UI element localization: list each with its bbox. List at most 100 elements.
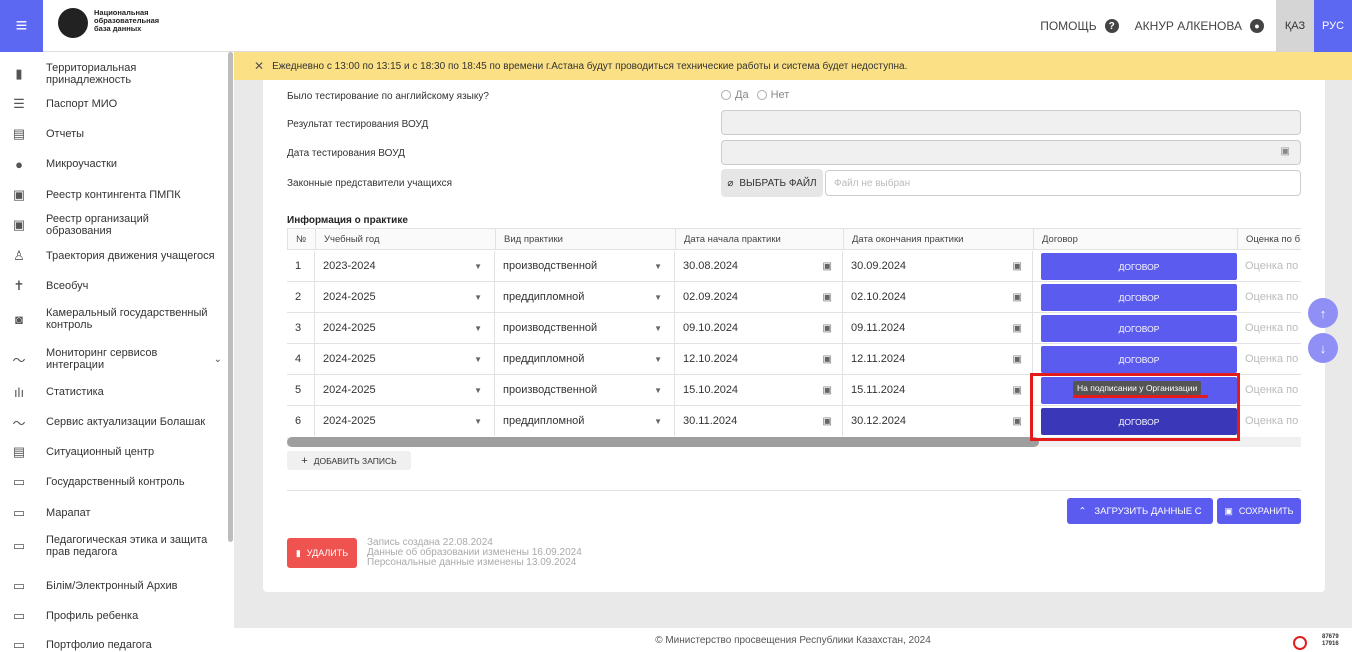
sidebar-item-statistics[interactable]: ılı Статистика [0, 382, 228, 402]
choose-file-button[interactable]: ⌀ ВЫБРАТЬ ФАЙЛ [721, 169, 823, 197]
sidebar: ▮ Территориальная принадлежность ☰ Паспорт… [0, 52, 234, 652]
chevron-down-icon: ⌄ [213, 353, 222, 365]
sidebar-item-bolashak[interactable]: 〜 Сервис актуализации Болашак [0, 412, 228, 432]
calendar-icon[interactable]: ▣ [1281, 146, 1290, 157]
start-date-input[interactable]: 15.10.2024 ▣ [675, 375, 843, 405]
grade-input[interactable]: Оценка по [1245, 313, 1298, 343]
calendar-icon: ▣ [1012, 384, 1022, 396]
year-select[interactable]: 2024-2025 ▼ [315, 282, 495, 312]
contract-button[interactable]: ДОГОВОР [1041, 284, 1237, 311]
lang-rus-button[interactable]: РУС [1314, 0, 1352, 52]
load-data-button[interactable]: ⌃ ЗАГРУЗИТЬ ДАННЫЕ С [1067, 498, 1213, 524]
trend-icon: 〜 [12, 352, 26, 368]
grade-input[interactable]: Оценка по [1245, 251, 1298, 281]
end-date-input[interactable]: 09.11.2024 ▣ [843, 313, 1033, 343]
radio-no[interactable] [756, 90, 767, 100]
english-test-radio-group: Да Нет [721, 89, 797, 101]
save-button[interactable]: ▣ СОХРАНИТЬ [1217, 498, 1301, 524]
trash-icon: ▮ [295, 547, 301, 558]
report-icon: ▤ [12, 126, 26, 141]
scrollbar-thumb[interactable] [287, 437, 1039, 447]
year-select[interactable]: 2023-2024 ▼ [315, 251, 495, 281]
dropdown-arrow-icon: ▼ [474, 385, 482, 395]
sidebar-item-vseobuch[interactable]: ✝ Всеобуч [0, 276, 228, 296]
grade-input[interactable]: Оценка по [1245, 375, 1298, 405]
year-select[interactable]: 2024-2025 ▼ [315, 313, 495, 343]
sidebar-item-passport[interactable]: ☰ Паспорт МИО [0, 94, 228, 114]
grade-input[interactable]: Оценка по [1245, 406, 1298, 436]
logo-text: Национальная образовательная база данных [94, 8, 160, 33]
sidebar-item-cameral[interactable]: ◙ Камеральный государственный контроль [0, 306, 228, 332]
end-date-input[interactable]: 12.11.2024 ▣ [843, 344, 1033, 374]
start-date-input[interactable]: 30.11.2024 ▣ [675, 406, 843, 436]
help-link[interactable]: ПОМОЩЬ [1040, 19, 1096, 33]
delete-button[interactable]: ▮ УДАЛИТЬ [287, 538, 357, 568]
person-icon: ✝ [13, 278, 25, 293]
type-select[interactable]: производственной ▼ [495, 313, 675, 343]
calendar-icon: ▣ [822, 353, 832, 365]
close-icon[interactable]: ✕ [254, 59, 264, 73]
type-select[interactable]: производственной ▼ [495, 375, 675, 405]
voud-result-label: Результат тестирования ВОУД [287, 119, 429, 130]
type-select[interactable]: преддипломной ▼ [495, 282, 675, 312]
year-select[interactable]: 2024-2025 ▼ [315, 406, 495, 436]
end-date-input[interactable]: 30.12.2024 ▣ [843, 406, 1033, 436]
inspect-icon: ◙ [15, 311, 23, 327]
type-select[interactable]: преддипломной ▼ [495, 406, 675, 436]
sidebar-item-marapat[interactable]: ▭ Марапат [0, 503, 228, 523]
sidebar-item-portfolio[interactable]: ▭ Портфолио педагога [0, 635, 228, 652]
english-test-label: Было тестирование по английскому языку? [287, 91, 489, 102]
sidebar-item-reports[interactable]: ▤ Отчеты [0, 124, 228, 144]
help-icon[interactable]: ? [1104, 19, 1119, 33]
trend-icon: 〜 [12, 415, 26, 431]
sidebar-item-archive[interactable]: ▭ Білім/Электронный Архив [0, 576, 228, 596]
sidebar-item-situation-center[interactable]: ▤ Ситуационный центр [0, 442, 228, 462]
dropdown-arrow-icon: ▼ [474, 354, 482, 364]
type-select[interactable]: производственной ▼ [495, 251, 675, 281]
grade-input[interactable]: Оценка по [1245, 344, 1298, 374]
sidebar-item-organizations[interactable]: ▣ Реестр организаций образования [0, 213, 228, 237]
card-icon: ▭ [12, 538, 26, 553]
year-select[interactable]: 2024-2025 ▼ [315, 375, 495, 405]
start-date-input[interactable]: 02.09.2024 ▣ [675, 282, 843, 312]
sidebar-scrollbar[interactable] [228, 52, 233, 542]
type-select[interactable]: преддипломной ▼ [495, 344, 675, 374]
dropdown-arrow-icon: ▼ [654, 385, 662, 395]
contract-button[interactable]: ДОГОВОР [1041, 253, 1237, 280]
grade-input[interactable]: Оценка по [1245, 282, 1298, 312]
sidebar-item-state-control[interactable]: ▭ Государственный контроль [0, 472, 228, 492]
radio-yes[interactable] [721, 90, 731, 100]
lang-kaz-button[interactable]: ҚАЗ [1276, 0, 1314, 52]
user-icon[interactable]: ● [1250, 19, 1264, 33]
sidebar-item-monitoring[interactable]: 〜 Мониторинг сервисов интеграции ⌄ [0, 346, 228, 372]
table-row: 1 2023-2024 ▼ производственной ▼ 30.08.202… [287, 251, 1301, 282]
sidebar-item-pmpk[interactable]: ▣ Реестр контингента ПМПК [0, 185, 228, 205]
sidebar-item-trajectory[interactable]: ♙ Траектория движения учащегося [0, 246, 228, 266]
add-record-button[interactable]: + ДОБАВИТЬ ЗАПИСЬ [287, 451, 411, 470]
calendar-icon: ▣ [822, 291, 832, 303]
end-date-input[interactable]: 30.09.2024 ▣ [843, 251, 1033, 281]
end-date-input[interactable]: 15.11.2024 ▣ [843, 375, 1033, 405]
start-date-input[interactable]: 09.10.2024 ▣ [675, 313, 843, 343]
contract-button[interactable]: ДОГОВОР [1041, 315, 1237, 342]
menu-icon[interactable]: ≡ [0, 0, 43, 52]
end-date-input[interactable]: 02.10.2024 ▣ [843, 282, 1033, 312]
start-date-input[interactable]: 30.08.2024 ▣ [675, 251, 843, 281]
table-row: 3 2024-2025 ▼ производственной ▼ 09.10.202… [287, 313, 1301, 344]
contract-button[interactable]: ДОГОВОР [1041, 346, 1237, 373]
maintenance-notice: ✕ Ежедневно с 13:00 по 13:15 и с 18:30 п… [234, 52, 1352, 80]
user-name[interactable]: АКНУР АЛКЕНОВА [1135, 19, 1242, 33]
sidebar-item-ethics[interactable]: ▭ Педагогическая этика и защита прав педа… [0, 532, 228, 560]
main-card: Было тестирование по английскому языку? … [263, 80, 1325, 592]
scroll-down-button[interactable]: ↓ [1308, 333, 1338, 363]
sidebar-item-child-profile[interactable]: ▭ Профиль ребенка [0, 606, 228, 626]
scroll-up-button[interactable]: ↑ [1308, 298, 1338, 328]
sidebar-item-territory[interactable]: ▮ Территориальная принадлежность [0, 62, 228, 86]
card-icon: ▭ [12, 474, 26, 489]
start-date-input[interactable]: 12.10.2024 ▣ [675, 344, 843, 374]
counter-stats: 87679 17916 [1322, 634, 1339, 647]
year-select[interactable]: 2024-2025 ▼ [315, 344, 495, 374]
sidebar-item-microareas[interactable]: ● Микроучастки [0, 154, 228, 174]
voud-date-input[interactable]: ▣ [721, 140, 1301, 165]
voud-result-input[interactable] [721, 110, 1301, 135]
